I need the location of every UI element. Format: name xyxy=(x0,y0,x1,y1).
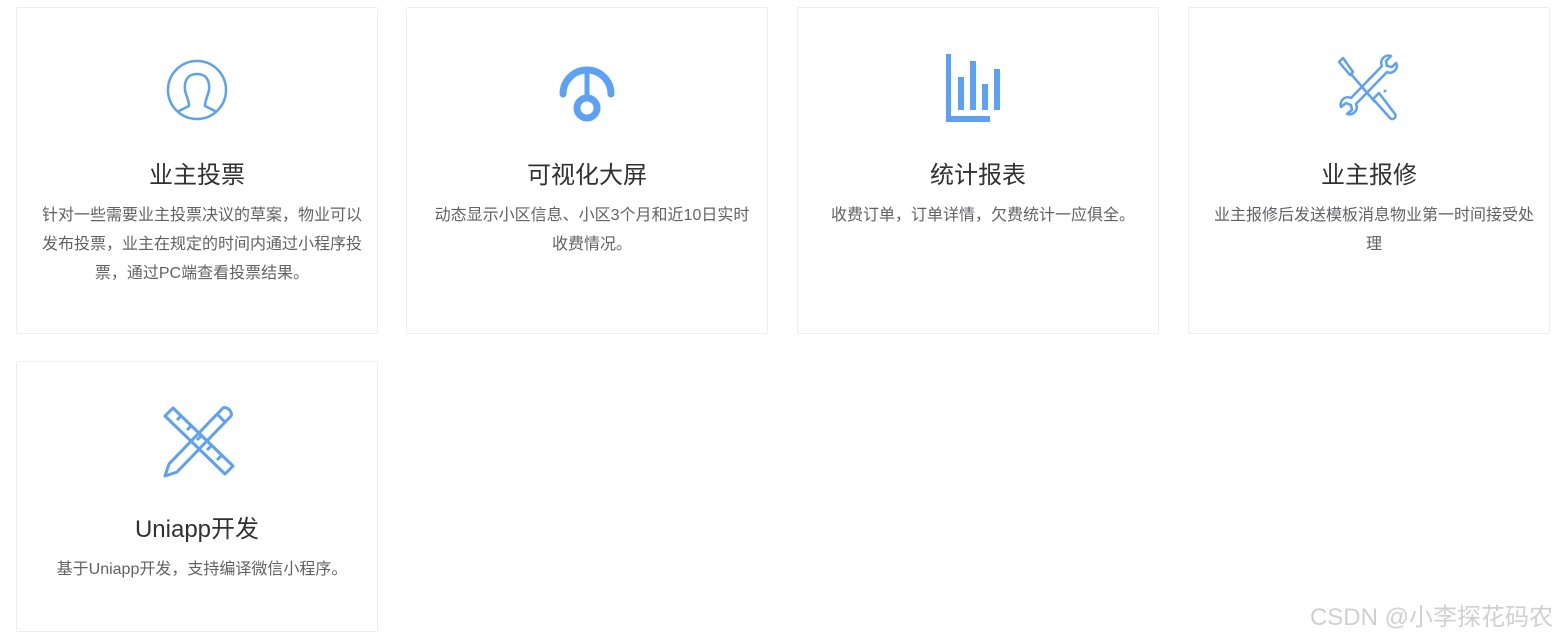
gauge-icon xyxy=(559,66,615,122)
watermark: CSDN @小李探花码农 xyxy=(1309,604,1553,631)
feature-card-reports[interactable]: 统计报表 收费订单，订单详情，欠费统计一应俱全。 xyxy=(797,7,1159,334)
card-description: 动态显示小区信息、小区3个月和近10日实时收费情况。 xyxy=(434,207,750,253)
feature-card-uniapp[interactable]: Uniapp开发 基于Uniapp开发，支持编译微信小程序。 xyxy=(16,361,378,632)
card-description: 业主报修后发送模板消息物业第一时间接受处理 xyxy=(1213,207,1534,253)
card-description: 收费订单，订单详情，欠费统计一应俱全。 xyxy=(830,207,1135,224)
card-title: 统计报表 xyxy=(930,162,1026,189)
card-description: 针对一些需要业主投票决议的草案，物业可以发布投票，业主在规定的时间内通过小程序投… xyxy=(41,207,362,282)
card-title: 可视化大屏 xyxy=(527,162,647,189)
card-title: 业主报修 xyxy=(1321,162,1417,189)
tools-icon xyxy=(1337,54,1398,121)
card-description: 基于Uniapp开发，支持编译微信小程序。 xyxy=(56,561,348,578)
feature-card-dashboard[interactable]: 可视化大屏 动态显示小区信息、小区3个月和近10日实时收费情况。 xyxy=(406,7,768,334)
ruler-pencil-icon xyxy=(163,406,235,478)
card-title: Uniapp开发 xyxy=(134,516,260,543)
bar-chart-icon xyxy=(946,54,1000,122)
user-icon xyxy=(166,59,228,121)
card-title: 业主投票 xyxy=(149,162,245,189)
feature-card-repair[interactable]: 业主报修 业主报修后发送模板消息物业第一时间接受处理 xyxy=(1188,7,1550,334)
feature-card-owner-vote[interactable]: 业主投票 针对一些需要业主投票决议的草案，物业可以发布投票，业主在规定的时间内通… xyxy=(16,7,378,334)
